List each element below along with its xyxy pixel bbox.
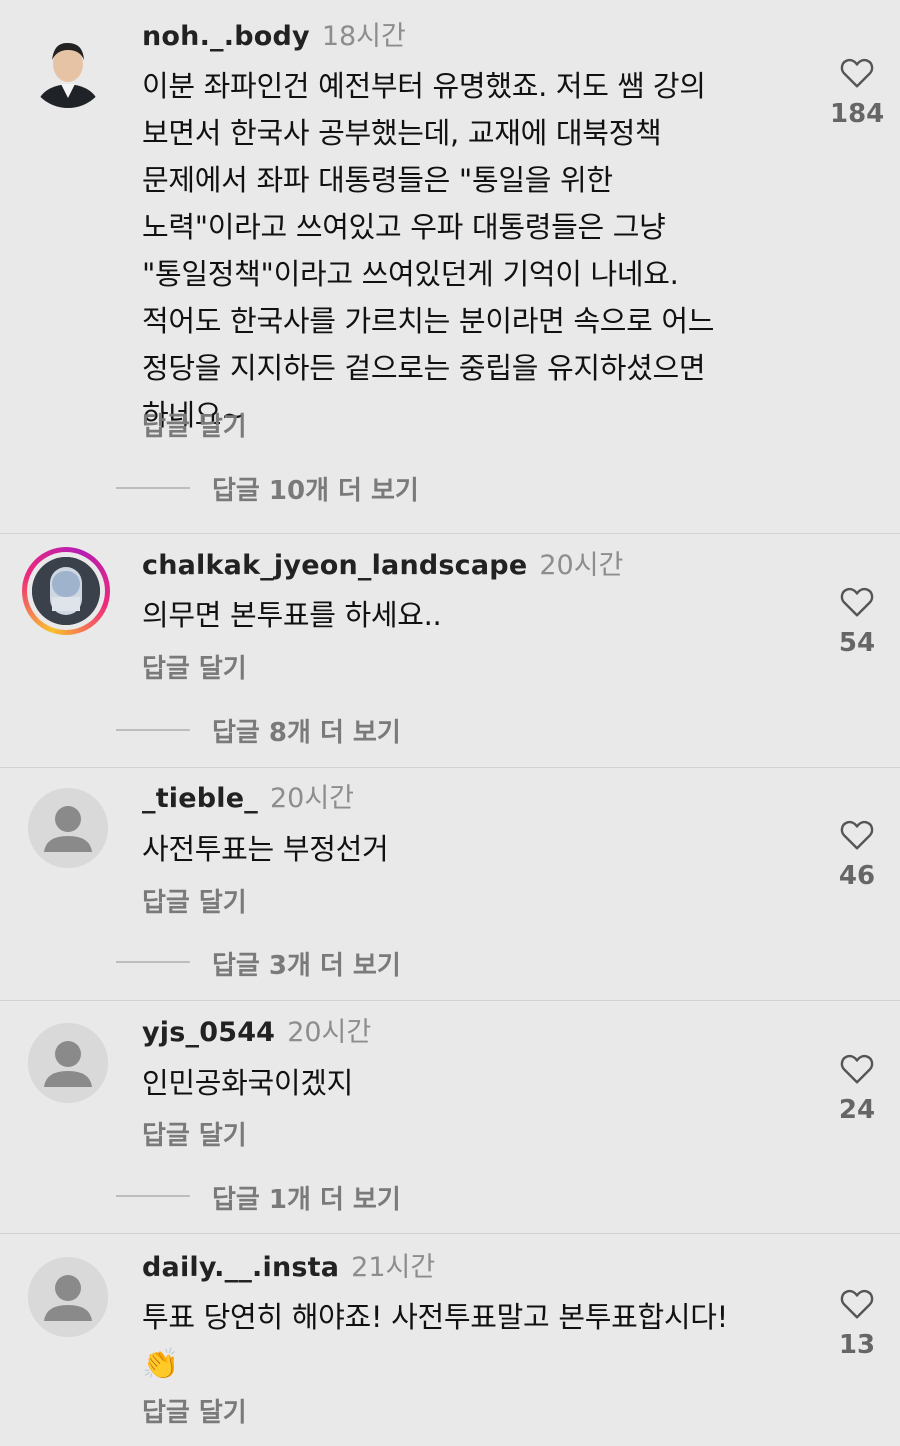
default-person-icon (28, 1023, 108, 1103)
divider (0, 767, 900, 768)
timestamp: 20시간 (539, 550, 624, 581)
view-more-replies-button[interactable]: 답글 1개 더 보기 (212, 1179, 401, 1216)
like-group: 54 (830, 584, 884, 658)
username[interactable]: daily.__.insta (142, 1252, 339, 1283)
heart-icon[interactable] (839, 584, 875, 618)
person-photo-icon (28, 28, 108, 108)
heart-icon[interactable] (839, 1286, 875, 1320)
divider-line (116, 1195, 190, 1197)
comment-text: 의무면 본투표를 하세요.. (142, 598, 442, 632)
like-group: 24 (830, 1051, 884, 1125)
heart-icon[interactable] (839, 55, 875, 89)
comment-text-content: 투표 당연히 해야죠! 사전투표말고 본투표합시다! (142, 1300, 728, 1334)
timestamp: 20시간 (287, 1017, 372, 1048)
user-avatar[interactable] (22, 547, 110, 635)
comment-text: 사전투표는 부정선거 (142, 832, 389, 866)
username[interactable]: yjs_0544 (142, 1017, 275, 1048)
reply-button[interactable]: 답글 달기 (142, 882, 247, 919)
view-more-replies-button[interactable]: 답글 3개 더 보기 (212, 945, 401, 982)
reply-button[interactable]: 답글 달기 (142, 648, 247, 685)
username[interactable]: chalkak_jyeon_landscape (142, 550, 527, 581)
like-count: 184 (830, 99, 885, 129)
like-group: 184 (830, 55, 884, 129)
comment-text: 인민공화국이겠지 (142, 1066, 354, 1100)
like-count: 13 (838, 1330, 876, 1360)
like-group: 46 (830, 817, 884, 891)
like-count: 24 (838, 1095, 876, 1125)
airplane-window-icon (32, 557, 100, 625)
heart-icon[interactable] (839, 1051, 875, 1085)
reply-button[interactable]: 답글 달기 (142, 1115, 247, 1152)
divider (0, 1233, 900, 1234)
timestamp: 21시간 (351, 1252, 436, 1283)
username[interactable]: _tieble_ (142, 783, 258, 814)
divider-line (116, 961, 190, 963)
timestamp: 18시간 (321, 21, 406, 52)
heart-icon[interactable] (839, 817, 875, 851)
like-group: 13 (830, 1286, 884, 1360)
comment-text: 이분 좌파인건 예전부터 유명했죠. 저도 쌤 강의 보면서 한국사 공부했는데… (142, 69, 715, 432)
timestamp: 20시간 (269, 783, 355, 814)
user-avatar[interactable] (28, 28, 108, 108)
divider-line (116, 487, 190, 489)
view-more-replies-button[interactable]: 답글 8개 더 보기 (212, 712, 401, 749)
user-avatar[interactable] (28, 788, 108, 868)
comment-text: 투표 당연히 해야죠! 사전투표말고 본투표합시다! 👏 (142, 1294, 782, 1388)
like-count: 54 (838, 628, 876, 658)
reply-button[interactable]: 답글 달기 (142, 406, 247, 443)
default-person-icon (28, 1257, 108, 1337)
view-more-replies-button[interactable]: 답글 10개 더 보기 (212, 470, 419, 507)
user-avatar[interactable] (28, 1023, 108, 1103)
divider (0, 533, 900, 534)
user-avatar[interactable] (28, 1257, 108, 1337)
clapping-hands-emoji: 👏 (142, 1347, 180, 1382)
like-count: 46 (838, 861, 876, 891)
reply-button[interactable]: 답글 달기 (142, 1392, 247, 1429)
username[interactable]: noh._.body (142, 21, 310, 52)
default-person-icon (28, 788, 108, 868)
divider (0, 1000, 900, 1001)
divider-line (116, 729, 190, 731)
